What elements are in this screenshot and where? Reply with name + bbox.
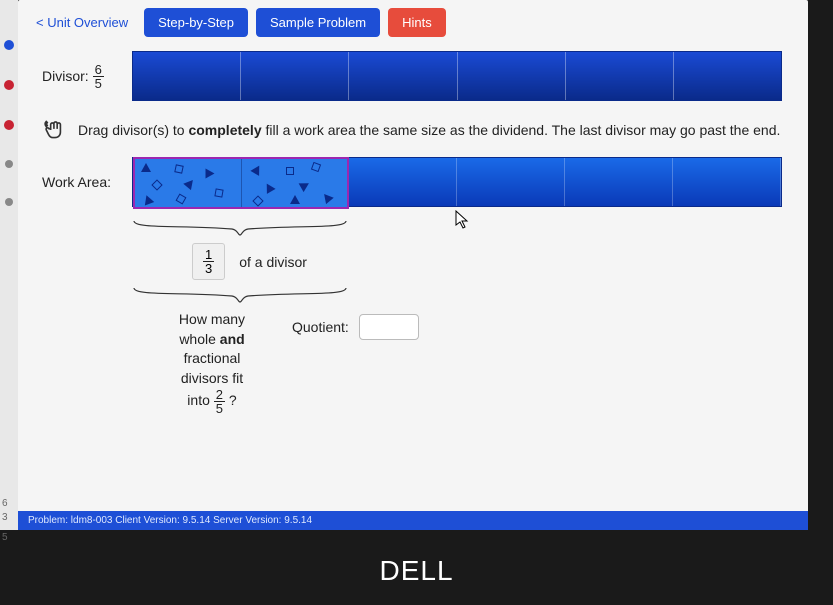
dropped-segment [135, 159, 242, 207]
divisor-bar[interactable] [132, 51, 782, 101]
partial-fraction-box[interactable]: 1 3 [192, 243, 225, 280]
drag-hand-icon [42, 117, 68, 143]
question-text: How many whole and fractional divisors f… [162, 310, 262, 415]
dock-icon[interactable] [5, 160, 13, 168]
hints-button[interactable]: Hints [388, 8, 446, 37]
divisor-segment[interactable] [349, 52, 457, 100]
dropped-divisor-tile[interactable] [133, 157, 349, 209]
instruction-row: Drag divisor(s) to completely fill a wor… [42, 117, 784, 143]
app-frame: < Unit Overview Step-by-Step Sample Prob… [18, 0, 808, 530]
quotient-label: Quotient: [292, 319, 349, 335]
divisor-segment[interactable] [241, 52, 349, 100]
divisor-fraction: 6 5 [93, 63, 104, 90]
footer-bar: Problem: ldm8-003 Client Version: 9.5.14… [18, 511, 808, 530]
brace-bottom [132, 286, 348, 304]
side-numbers: 6 3 5 [2, 497, 8, 545]
step-by-step-button[interactable]: Step-by-Step [144, 8, 248, 37]
dock-icon[interactable] [5, 198, 13, 206]
dock-icon[interactable] [4, 80, 14, 90]
partial-divisor-row: 1 3 of a divisor [192, 243, 784, 280]
unit-overview-link[interactable]: < Unit Overview [28, 9, 136, 36]
of-divisor-text: of a divisor [239, 254, 307, 270]
divisor-label: Divisor: 6 5 [42, 63, 132, 90]
sample-problem-button[interactable]: Sample Problem [256, 8, 380, 37]
dell-logo: DELL [379, 555, 453, 587]
divisor-segment[interactable] [133, 52, 241, 100]
top-nav: < Unit Overview Step-by-Step Sample Prob… [18, 0, 808, 45]
divisor-row: Divisor: 6 5 [42, 51, 784, 101]
work-segment[interactable] [565, 158, 673, 206]
dock-icon[interactable] [4, 40, 14, 50]
work-segment[interactable] [349, 158, 457, 206]
dock-icon[interactable] [4, 120, 14, 130]
quotient-row: Quotient: [292, 314, 419, 340]
dropped-segment [242, 159, 348, 207]
left-dock [0, 0, 18, 530]
brace-top [132, 219, 348, 237]
quotient-input[interactable] [359, 314, 419, 340]
work-area-bar[interactable] [132, 157, 782, 207]
work-segment[interactable] [457, 158, 565, 206]
divisor-segment[interactable] [458, 52, 566, 100]
work-area-row: Work Area: [42, 157, 784, 207]
work-segment[interactable] [673, 158, 781, 206]
brace-section: 1 3 of a divisor How many whole and frac… [132, 219, 784, 415]
quotient-section: How many whole and fractional divisors f… [162, 310, 784, 415]
work-area-label: Work Area: [42, 174, 132, 190]
divisor-segment[interactable] [674, 52, 781, 100]
instruction-text: Drag divisor(s) to completely fill a wor… [78, 122, 780, 138]
divisor-segment[interactable] [566, 52, 674, 100]
content-area: Divisor: 6 5 Drag divisor(s) [18, 45, 808, 423]
